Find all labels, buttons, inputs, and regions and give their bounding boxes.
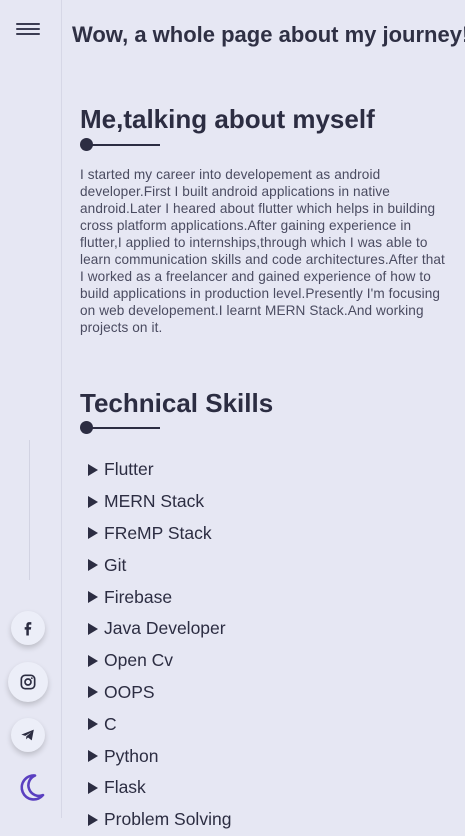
rail-divider (29, 440, 30, 580)
skill-label: FReMP Stack (104, 522, 212, 543)
side-rail (0, 0, 62, 818)
instagram-icon (20, 674, 36, 690)
disclosure-triangle-icon (88, 622, 98, 635)
hamburger-menu-icon[interactable] (16, 20, 40, 40)
telegram-button[interactable] (11, 718, 45, 752)
disclosure-triangle-icon (88, 686, 98, 699)
disclosure-triangle-icon (88, 813, 98, 826)
skill-label: Git (104, 554, 127, 575)
skill-label: Firebase (104, 586, 173, 607)
skills-heading: Technical Skills (80, 388, 274, 418)
skill-item-flask[interactable]: Flask (86, 772, 231, 804)
disclosure-triangle-icon (88, 750, 98, 763)
skill-item-oops[interactable]: OOPS (86, 677, 231, 709)
skill-item-mern-stack[interactable]: MERN Stack (86, 486, 231, 518)
skill-label: Python (104, 745, 159, 766)
disclosure-triangle-icon (88, 495, 98, 508)
skill-label: OOPS (104, 681, 155, 702)
telegram-icon (21, 729, 34, 741)
about-heading: Me,talking about myself (80, 104, 375, 134)
disclosure-triangle-icon (88, 527, 98, 540)
skill-label: Flask (104, 777, 146, 798)
about-text: I started my career into developement as… (80, 167, 445, 335)
instagram-button[interactable] (8, 662, 48, 702)
skill-item-python[interactable]: Python (86, 740, 231, 772)
skill-label: Open Cv (104, 650, 174, 671)
skill-item-fremp-stack[interactable]: FReMP Stack (86, 518, 231, 550)
skills-list: Flutter MERN Stack FReMP Stack Git Fireb… (86, 454, 231, 836)
skill-item-git[interactable]: Git (86, 549, 231, 581)
skill-label: MERN Stack (104, 491, 205, 512)
skill-item-problem-solving[interactable]: Problem Solving (86, 804, 231, 836)
disclosure-triangle-icon (88, 718, 98, 731)
page-title: Wow, a whole page about my journey! (72, 22, 465, 47)
skill-label: Java Developer (104, 618, 226, 639)
skill-item-open-cv[interactable]: Open Cv (86, 645, 231, 677)
disclosure-triangle-icon (88, 463, 98, 476)
about-heading-underline (80, 138, 160, 152)
disclosure-triangle-icon (88, 654, 98, 667)
skill-label: Problem Solving (104, 809, 232, 830)
main-content: Wow, a whole page about my journey! Me,t… (62, 0, 465, 829)
disclosure-triangle-icon (88, 591, 98, 604)
disclosure-triangle-icon (88, 559, 98, 572)
skill-label: C (104, 713, 117, 734)
skills-heading-underline (80, 421, 160, 435)
skill-item-c[interactable]: C (86, 708, 231, 740)
facebook-icon (24, 622, 32, 636)
skill-item-java-developer[interactable]: Java Developer (86, 613, 231, 645)
disclosure-triangle-icon (88, 781, 98, 794)
skill-item-firebase[interactable]: Firebase (86, 581, 231, 613)
moon-icon[interactable] (15, 771, 47, 803)
skill-label: Flutter (104, 459, 154, 480)
facebook-button[interactable] (11, 611, 45, 645)
skill-item-flutter[interactable]: Flutter (86, 454, 231, 486)
